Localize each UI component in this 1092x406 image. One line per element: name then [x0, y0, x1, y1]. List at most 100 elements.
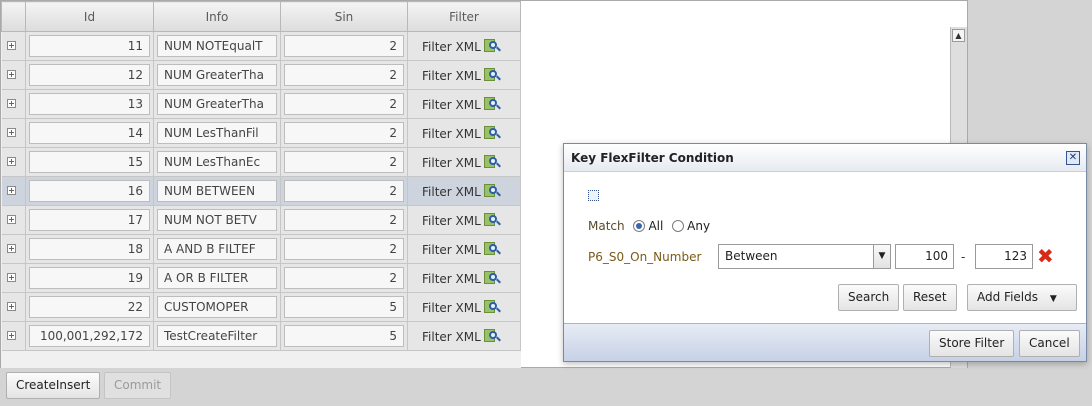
filter-view-icon[interactable] [483, 96, 501, 111]
filter-view-icon[interactable] [483, 38, 501, 53]
info-field[interactable]: NUM LesThanEc [157, 151, 277, 173]
remove-condition-icon[interactable]: ✖ [1037, 246, 1054, 266]
table-row[interactable]: 15 NUM LesThanEc 2 Filter XML [1, 147, 521, 177]
table-row[interactable]: 16 NUM BETWEEN 2 Filter XML [1, 176, 521, 206]
filter-view-icon[interactable] [483, 125, 501, 140]
filter-view-icon[interactable] [483, 67, 501, 82]
filter-view-icon[interactable] [483, 270, 501, 285]
scroll-up-icon[interactable]: ▲ [952, 29, 965, 42]
table-row[interactable]: 12 NUM GreaterTha 2 Filter XML [1, 60, 521, 90]
select-icon[interactable] [588, 190, 599, 201]
table-row[interactable]: 22 CUSTOMOPER 5 Filter XML [1, 292, 521, 322]
info-field[interactable]: NUM GreaterTha [157, 64, 277, 86]
id-field[interactable]: 22 [29, 296, 150, 318]
expand-icon[interactable] [6, 302, 16, 311]
id-field[interactable]: 12 [29, 64, 150, 86]
match-any-radio[interactable] [672, 220, 685, 232]
table-row[interactable]: 13 NUM GreaterTha 2 Filter XML [1, 89, 521, 119]
id-field[interactable]: 11 [29, 35, 150, 57]
id-field[interactable]: 15 [29, 151, 150, 173]
info-field[interactable]: A OR B FILTER [157, 267, 277, 289]
column-header-filter[interactable]: Filter [407, 1, 521, 32]
filter-xml-link[interactable]: Filter XML [422, 243, 481, 257]
expand-icon[interactable] [6, 128, 16, 137]
filter-xml-link[interactable]: Filter XML [422, 301, 481, 315]
table-row[interactable]: 14 NUM LesThanFil 2 Filter XML [1, 118, 521, 148]
expand-icon[interactable] [6, 157, 16, 166]
filter-xml-link[interactable]: Filter XML [422, 214, 481, 228]
filter-view-icon[interactable] [483, 183, 501, 198]
search-button[interactable]: Search [838, 284, 900, 311]
table-row[interactable]: 19 A OR B FILTER 2 Filter XML [1, 263, 521, 293]
table-row[interactable]: 18 A AND B FILTEF 2 Filter XML [1, 234, 521, 264]
filter-xml-link[interactable]: Filter XML [422, 40, 481, 54]
commit-button[interactable]: Commit [104, 372, 172, 399]
id-field[interactable]: 13 [29, 93, 150, 115]
value-from-input[interactable]: 100 [895, 244, 954, 269]
sin-field[interactable]: 2 [284, 35, 404, 57]
table-row[interactable]: 11 NUM NOTEqualT 2 Filter XML [1, 31, 521, 61]
filter-view-icon[interactable] [483, 154, 501, 169]
id-field[interactable]: 17 [29, 209, 150, 231]
sin-field[interactable]: 2 [284, 93, 404, 115]
reset-button[interactable]: Reset [903, 284, 957, 311]
expand-icon[interactable] [6, 331, 16, 340]
sin-field[interactable]: 2 [284, 180, 404, 202]
info-field[interactable]: A AND B FILTEF [157, 238, 277, 260]
value-to-input[interactable]: 123 [975, 244, 1033, 269]
filter-view-icon[interactable] [483, 212, 501, 227]
close-icon[interactable]: ✕ [1066, 151, 1080, 165]
sin-field[interactable]: 2 [284, 122, 404, 144]
expand-icon[interactable] [6, 99, 16, 108]
filter-xml-link[interactable]: Filter XML [422, 127, 481, 141]
chevron-down-icon[interactable]: ▼ [873, 245, 890, 268]
column-header-info[interactable]: Info [153, 1, 281, 32]
filter-xml-link[interactable]: Filter XML [422, 98, 481, 112]
id-field[interactable]: 18 [29, 238, 150, 260]
sin-field[interactable]: 2 [284, 238, 404, 260]
cancel-button[interactable]: Cancel [1019, 330, 1080, 357]
info-field[interactable]: NUM LesThanFil [157, 122, 277, 144]
expand-icon[interactable] [6, 215, 16, 224]
sin-field[interactable]: 2 [284, 267, 404, 289]
store-filter-button[interactable]: Store Filter [929, 330, 1015, 357]
add-fields-button[interactable]: Add Fields ▼ [967, 284, 1077, 311]
column-header-id[interactable]: Id [25, 1, 154, 32]
filter-view-icon[interactable] [483, 299, 501, 314]
filter-xml-link[interactable]: Filter XML [422, 69, 481, 83]
create-insert-button[interactable]: CreateInsert [6, 372, 101, 399]
filter-xml-link[interactable]: Filter XML [422, 330, 481, 344]
filter-xml-link[interactable]: Filter XML [422, 272, 481, 286]
sin-field[interactable]: 5 [284, 325, 404, 347]
filter-xml-link[interactable]: Filter XML [422, 156, 481, 170]
expander-header [1, 1, 26, 32]
info-field[interactable]: NUM GreaterTha [157, 93, 277, 115]
table-row[interactable]: 17 NUM NOT BETV 2 Filter XML [1, 205, 521, 235]
id-field[interactable]: 100,001,292,172 [29, 325, 150, 347]
id-field[interactable]: 19 [29, 267, 150, 289]
filter-view-icon[interactable] [483, 328, 501, 343]
operator-select[interactable]: Between ▼ [718, 244, 891, 269]
filter-view-icon[interactable] [483, 241, 501, 256]
expand-icon[interactable] [6, 244, 16, 253]
match-all-radio[interactable] [633, 220, 646, 232]
sin-field[interactable]: 2 [284, 64, 404, 86]
expand-icon[interactable] [6, 273, 16, 282]
sin-field[interactable]: 5 [284, 296, 404, 318]
info-field[interactable]: TestCreateFilter [157, 325, 277, 347]
id-field[interactable]: 16 [29, 180, 150, 202]
expand-icon[interactable] [6, 186, 16, 195]
table-row[interactable]: 100,001,292,172 TestCreateFilter 5 Filter X… [1, 321, 521, 351]
info-field[interactable]: NUM BETWEEN [157, 180, 277, 202]
id-cell: 19 [25, 263, 154, 293]
expand-icon[interactable] [6, 70, 16, 79]
filter-xml-link[interactable]: Filter XML [422, 185, 481, 199]
sin-field[interactable]: 2 [284, 209, 404, 231]
column-header-sin[interactable]: Sin [280, 1, 408, 32]
info-field[interactable]: CUSTOMOPER [157, 296, 277, 318]
sin-field[interactable]: 2 [284, 151, 404, 173]
expand-icon[interactable] [6, 41, 16, 50]
info-field[interactable]: NUM NOTEqualT [157, 35, 277, 57]
id-field[interactable]: 14 [29, 122, 150, 144]
info-field[interactable]: NUM NOT BETV [157, 209, 277, 231]
